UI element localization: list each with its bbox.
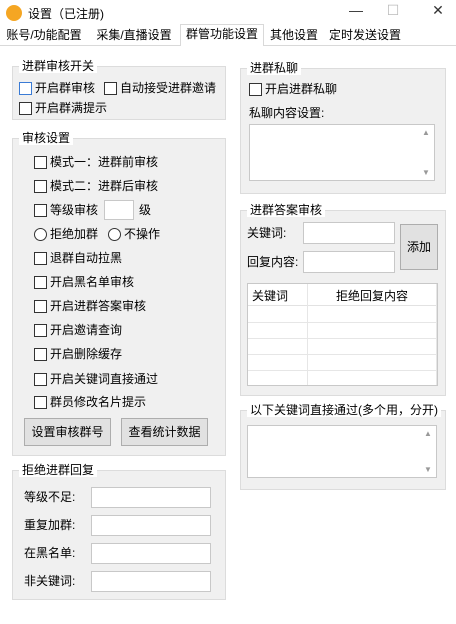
private-content-textarea[interactable] <box>249 124 435 181</box>
answer-row-line <box>248 354 437 355</box>
auto-kick-checkbox[interactable] <box>34 252 47 265</box>
mode1-checkbox[interactable] <box>34 156 47 169</box>
blacklist-label: 开启黑名单审核 <box>50 275 135 289</box>
answer-row-line <box>248 322 437 323</box>
enable-private-checkbox[interactable] <box>249 83 262 96</box>
card-tip-label: 群员修改名片提示 <box>50 395 147 409</box>
add-button[interactable]: 添加 <box>400 224 438 270</box>
level-low-label: 等级不足: <box>24 490 76 504</box>
mode2-label: 模式二：进群后审核 <box>50 179 159 193</box>
pass-keywords-textarea[interactable] <box>247 425 437 478</box>
no-op-label: 不操作 <box>124 227 161 241</box>
tab-group-manage[interactable]: 群管功能设置 <box>180 24 264 46</box>
mode2-checkbox[interactable] <box>34 180 47 193</box>
tab-account[interactable]: 账号/功能配置 <box>0 26 88 45</box>
join-switch-title: 进群审核开关 <box>19 59 98 73</box>
answer-col-reply[interactable]: 拒绝回复内容 <box>336 289 408 303</box>
full-tip-checkbox[interactable] <box>19 102 32 115</box>
no-op-radio[interactable] <box>108 228 121 241</box>
reply-label: 回复内容: <box>247 255 299 269</box>
in-blacklist-input[interactable] <box>91 543 211 564</box>
keyword-pass-label: 开启关键词直接通过 <box>50 372 159 386</box>
keyword-input[interactable] <box>303 222 395 244</box>
set-review-group-button[interactable]: 设置审核群号 <box>24 418 111 446</box>
scroll-down-icon: ▼ <box>422 168 430 177</box>
answer-review-title: 进群答案审核 <box>247 203 326 217</box>
tab-collect[interactable]: 采集/直播设置 <box>88 26 180 45</box>
answer-row-line <box>248 338 437 339</box>
pass-keywords-scrollbar[interactable]: ▲ ▼ <box>421 426 437 477</box>
tab-other[interactable]: 其他设置 <box>264 26 324 45</box>
auto-accept-checkbox[interactable] <box>104 82 117 95</box>
invite-query-checkbox[interactable] <box>34 324 47 337</box>
full-tip-label: 开启群满提示 <box>35 101 108 115</box>
keyword-pass-checkbox[interactable] <box>34 373 47 386</box>
view-stats-button[interactable]: 查看统计数据 <box>121 418 208 446</box>
dup-join-input[interactable] <box>91 515 211 536</box>
pass-keywords-title: 以下关键词直接通过(多个用，分开) <box>247 403 441 417</box>
level-input[interactable] <box>104 200 134 220</box>
minimize-button[interactable]: — <box>336 0 376 22</box>
auto-accept-label: 自动接受进群邀请 <box>120 81 217 95</box>
keyword-label: 关键词: <box>247 226 287 240</box>
tab-timed-send[interactable]: 定时发送设置 <box>324 26 406 45</box>
level-review-label: 等级审核 <box>50 203 99 217</box>
level-unit-label: 级 <box>139 203 152 217</box>
reject-reply-title: 拒绝进群回复 <box>19 463 98 477</box>
level-low-input[interactable] <box>91 487 211 508</box>
private-content-label: 私聊内容设置: <box>249 106 325 120</box>
answer-row-line <box>248 370 437 371</box>
card-tip-checkbox[interactable] <box>34 396 47 409</box>
open-review-label: 开启群审核 <box>35 81 96 95</box>
app-icon <box>6 5 22 21</box>
not-keyword-input[interactable] <box>91 571 211 592</box>
not-keyword-label: 非关键词: <box>24 574 76 588</box>
review-settings-title: 审核设置 <box>19 131 74 145</box>
scroll-up-icon: ▲ <box>424 429 432 438</box>
close-button[interactable]: ✕ <box>418 0 456 22</box>
in-blacklist-label: 在黑名单: <box>24 546 76 560</box>
open-review-checkbox[interactable] <box>19 82 32 95</box>
reject-label: 拒绝加群 <box>50 227 99 241</box>
maximize-button[interactable]: ☐ <box>373 0 413 22</box>
answer-review-label: 开启进群答案审核 <box>50 299 147 313</box>
scroll-up-icon: ▲ <box>422 128 430 137</box>
auto-kick-label: 退群自动拉黑 <box>50 251 123 265</box>
answer-col-keyword[interactable]: 关键词 <box>252 289 288 303</box>
private-content-scrollbar[interactable]: ▲ ▼ <box>419 125 435 180</box>
window-title: 设置（已注册) <box>28 7 104 21</box>
delete-cache-label: 开启删除缓存 <box>50 347 123 361</box>
delete-cache-checkbox[interactable] <box>34 348 47 361</box>
invite-query-label: 开启邀请查询 <box>50 323 123 337</box>
enable-private-label: 开启进群私聊 <box>265 82 338 96</box>
mode1-label: 模式一：进群前审核 <box>50 155 159 169</box>
blacklist-checkbox[interactable] <box>34 276 47 289</box>
answer-review-checkbox[interactable] <box>34 300 47 313</box>
dup-join-label: 重复加群: <box>24 518 76 532</box>
level-review-checkbox[interactable] <box>34 204 47 217</box>
reject-radio[interactable] <box>34 228 47 241</box>
scroll-down-icon: ▼ <box>424 465 432 474</box>
reply-input[interactable] <box>303 251 395 273</box>
private-chat-title: 进群私聊 <box>247 61 302 75</box>
